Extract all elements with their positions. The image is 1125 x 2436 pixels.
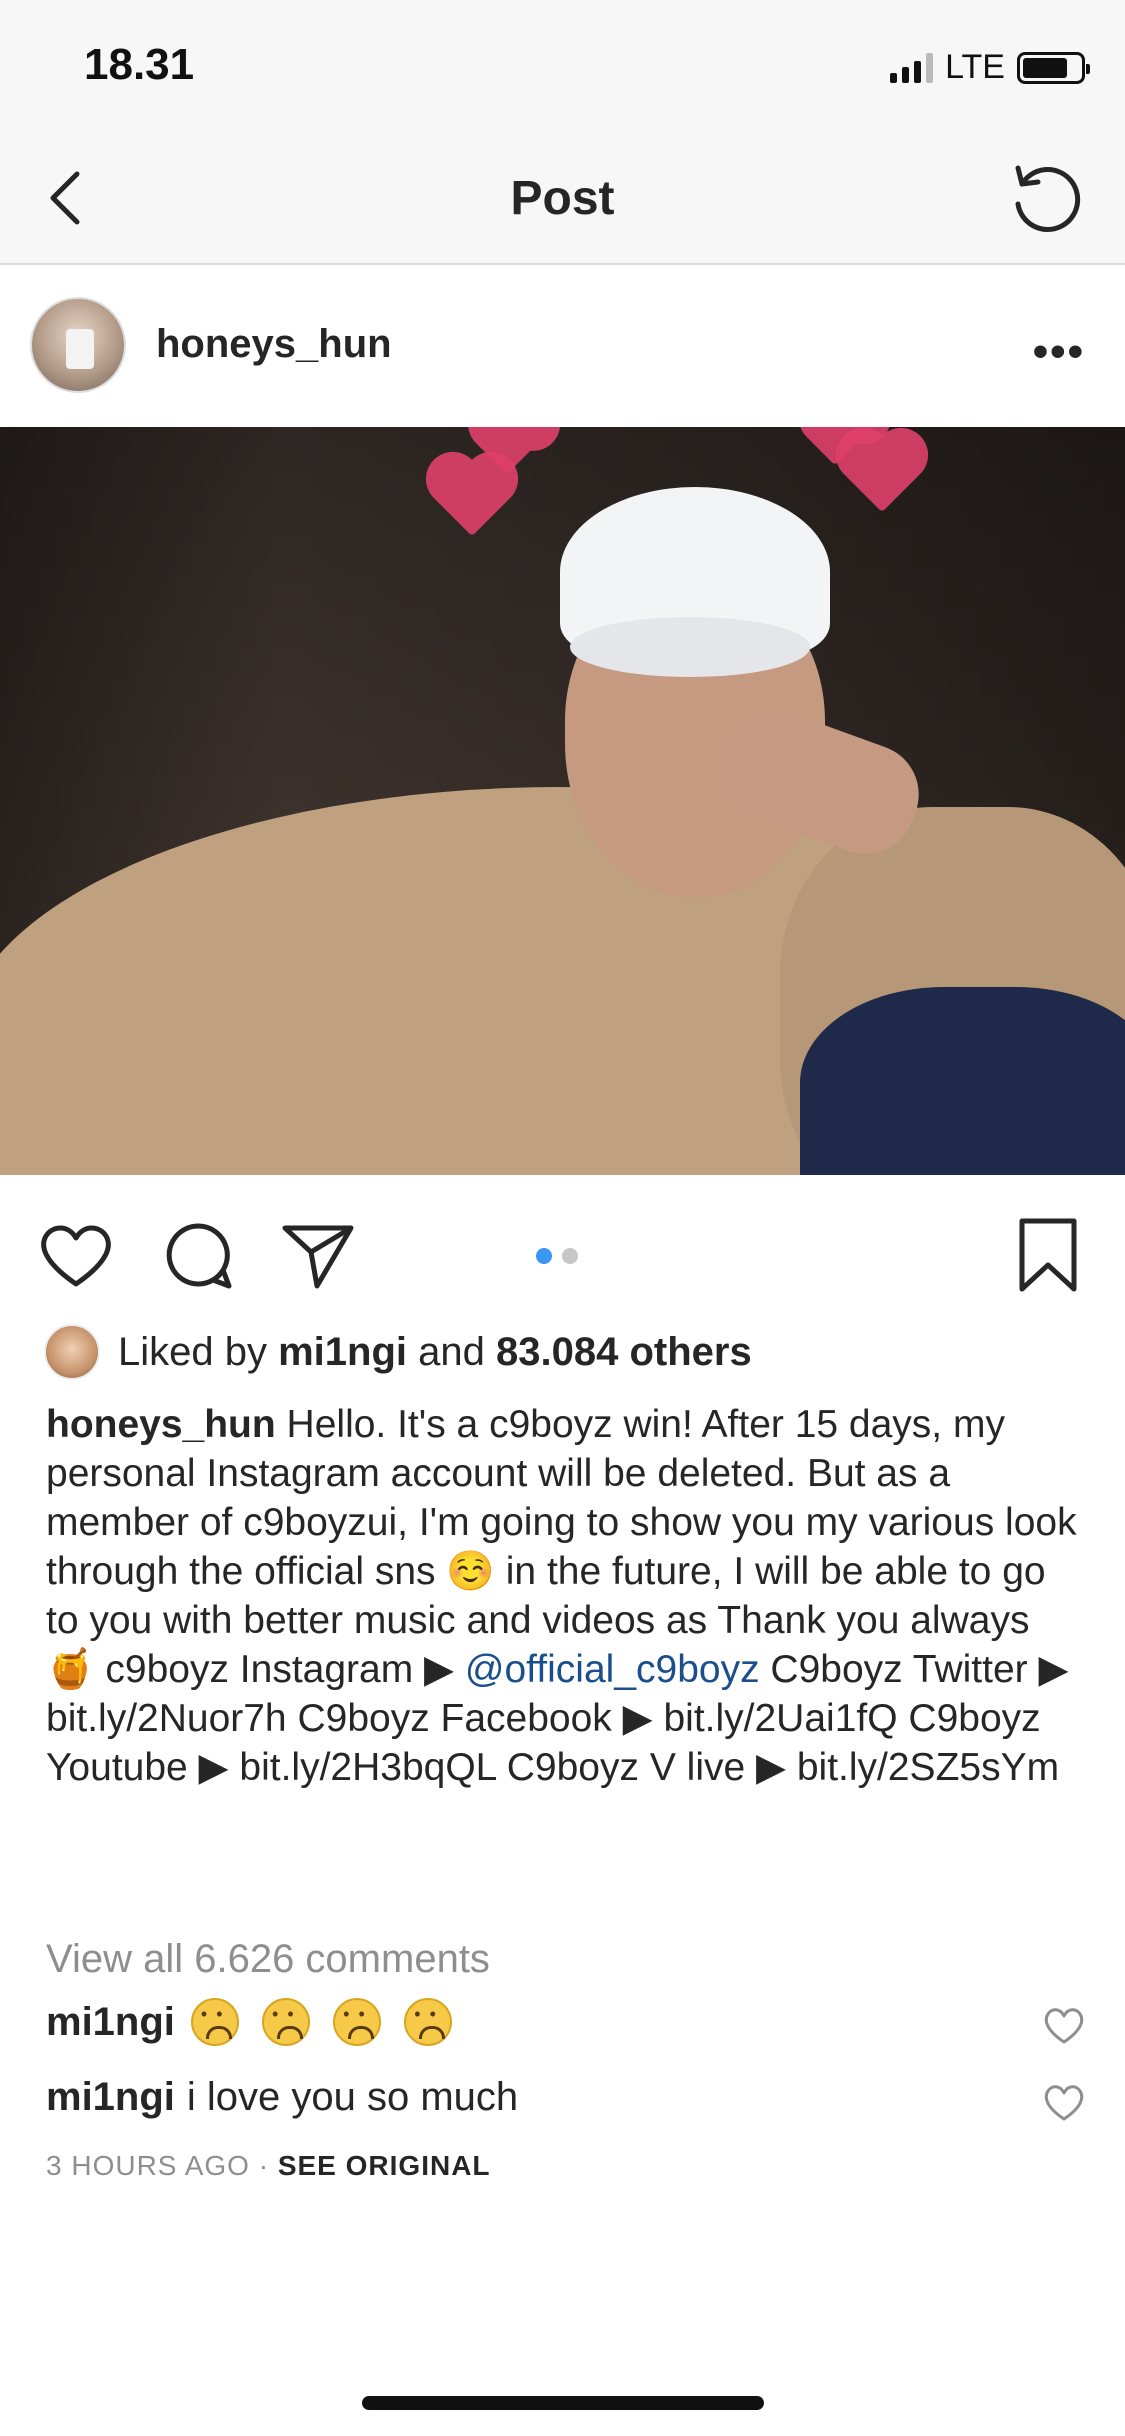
caption-text-2: c9boyz Instagram ▶ [105, 1648, 465, 1691]
comment-item: mi1ngi i love you so much [46, 2075, 1086, 2121]
refresh-button[interactable] [1005, 157, 1087, 239]
like-button[interactable] [36, 1215, 116, 1295]
page-title: Post [510, 172, 615, 225]
avatar[interactable] [30, 297, 126, 393]
comment-item: mi1ngi [46, 1998, 1086, 2048]
likes-row[interactable]: Liked by mi1ngi and 83.084 others [44, 1322, 752, 1382]
post-time: 3 HOURS AGO [46, 2150, 250, 2181]
send-icon [282, 1225, 354, 1289]
status-bar: 18.31 LTE [0, 0, 1125, 135]
likes-prefix: Liked by [118, 1329, 267, 1374]
likes-count[interactable]: 83.084 others [496, 1330, 752, 1374]
home-indicator[interactable] [362, 2396, 764, 2410]
frown-emoji-icon [262, 1998, 311, 2047]
nav-bar: Post [0, 135, 1125, 265]
comment-username[interactable]: mi1ngi [46, 2075, 175, 2120]
post-meta: 3 HOURS AGO · SEE ORIGINAL [46, 2150, 491, 2182]
caption-author[interactable]: honeys_hun [46, 1403, 276, 1446]
save-button[interactable] [1008, 1215, 1088, 1295]
action-bar [0, 1175, 1125, 1325]
frown-emoji-icon [333, 1998, 382, 2047]
carousel-dot-active [536, 1248, 552, 1264]
status-indicators: LTE [890, 48, 1090, 87]
status-time: 18.31 [84, 40, 195, 89]
liker-avatar [44, 1324, 100, 1380]
likes-middle: and [418, 1329, 485, 1374]
post-photo[interactable] [0, 427, 1125, 1175]
see-original-link[interactable]: SEE ORIGINAL [278, 2150, 491, 2181]
bookmark-icon [1019, 1218, 1077, 1292]
network-label: LTE [945, 48, 1005, 86]
likes-text: Liked by mi1ngi and 83.084 others [118, 1330, 752, 1375]
photo-cap-brim [570, 617, 810, 677]
post-username[interactable]: honeys_hun [156, 322, 392, 367]
battery-fill [1023, 57, 1067, 78]
more-options-button[interactable]: ••• [1033, 327, 1085, 377]
photo-jeans [800, 987, 1125, 1175]
post-caption: honeys_hun Hello. It's a c9boyz win! Aft… [46, 1400, 1086, 1792]
signal-icon [890, 52, 934, 83]
carousel-dot [562, 1248, 578, 1264]
share-button[interactable] [278, 1215, 358, 1295]
comment-icon [166, 1223, 232, 1289]
comment-like-icon[interactable] [1042, 2004, 1086, 2048]
comment-text: i love you so much [186, 2075, 519, 2119]
comment-like-icon[interactable] [1042, 2081, 1086, 2125]
comment-button[interactable] [158, 1215, 238, 1295]
caption-mention[interactable]: @official_c9boyz [465, 1648, 760, 1691]
meta-separator: · [258, 2150, 270, 2181]
frown-emoji-icon [190, 1998, 239, 2047]
carousel-indicator [536, 1248, 578, 1264]
frown-emoji-icon [404, 1998, 453, 2047]
refresh-icon [1015, 165, 1081, 232]
post-header: honeys_hun ••• [0, 267, 1125, 427]
battery-icon [1017, 51, 1090, 84]
comment-emojis [179, 1998, 453, 2047]
comment-username[interactable]: mi1ngi [46, 2000, 175, 2045]
view-all-comments-link[interactable]: View all 6.626 comments [46, 1937, 490, 1982]
liker-username[interactable]: mi1ngi [278, 1330, 407, 1374]
heart-icon [41, 1225, 111, 1287]
